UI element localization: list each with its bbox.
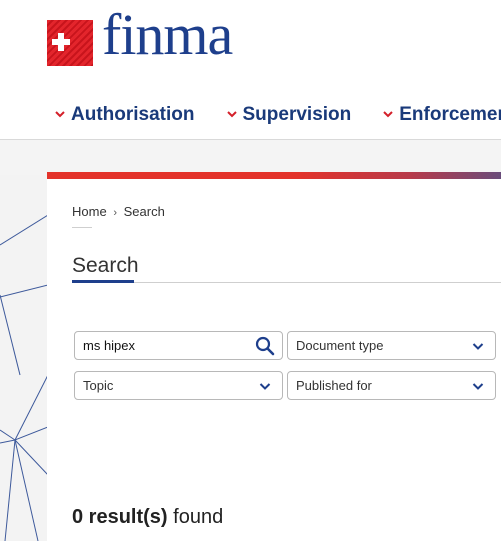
search-input-value: ms hipex	[83, 338, 136, 353]
results-summary: 0 result(s) found	[72, 506, 223, 529]
nav-item-supervision[interactable]: Supervision	[226, 104, 352, 126]
breadcrumb-home[interactable]: Home	[72, 204, 107, 219]
divider	[72, 282, 501, 283]
main-nav: Authorisation Supervision Enforcement	[55, 104, 501, 126]
select-label: Document type	[296, 338, 384, 353]
topic-select[interactable]: Topic	[74, 371, 283, 400]
results-count: 0 result(s)	[72, 506, 168, 528]
nav-item-label: Supervision	[242, 104, 352, 125]
chevron-down-icon	[55, 109, 65, 119]
breadcrumb: Home › Search	[72, 204, 165, 219]
chevron-down-icon	[383, 109, 393, 119]
nav-item-authorisation[interactable]: Authorisation	[55, 104, 195, 126]
select-label: Published for	[296, 378, 372, 393]
search-input[interactable]: ms hipex	[74, 331, 283, 360]
chevron-down-icon	[467, 335, 489, 357]
divider	[72, 227, 92, 228]
nav-item-enforcement[interactable]: Enforcement	[383, 104, 501, 126]
nav-item-label: Authorisation	[71, 104, 195, 125]
breadcrumb-current: Search	[123, 204, 165, 219]
finma-logo[interactable]: finma	[47, 6, 233, 66]
chevron-down-icon	[467, 375, 489, 397]
search-card: Home › Search Search ms hipex Document t…	[47, 172, 501, 541]
swiss-cross-icon	[47, 20, 93, 66]
breadcrumb-separator: ›	[113, 207, 117, 219]
chevron-down-icon	[254, 375, 276, 397]
background-network-graphic	[0, 175, 48, 541]
site-header: finma Authorisation Supervision Enforcem…	[0, 0, 501, 140]
accent-bar	[47, 172, 501, 179]
nav-item-label: Enforcement	[399, 104, 501, 125]
title-underline	[72, 280, 134, 283]
published-for-select[interactable]: Published for	[287, 371, 496, 400]
results-suffix: found	[173, 506, 224, 528]
search-icon[interactable]	[254, 335, 276, 357]
select-label: Topic	[83, 378, 114, 393]
page-title: Search	[72, 254, 139, 277]
document-type-select[interactable]: Document type	[287, 331, 496, 360]
logo-wordmark: finma	[102, 2, 233, 67]
chevron-down-icon	[226, 109, 237, 119]
